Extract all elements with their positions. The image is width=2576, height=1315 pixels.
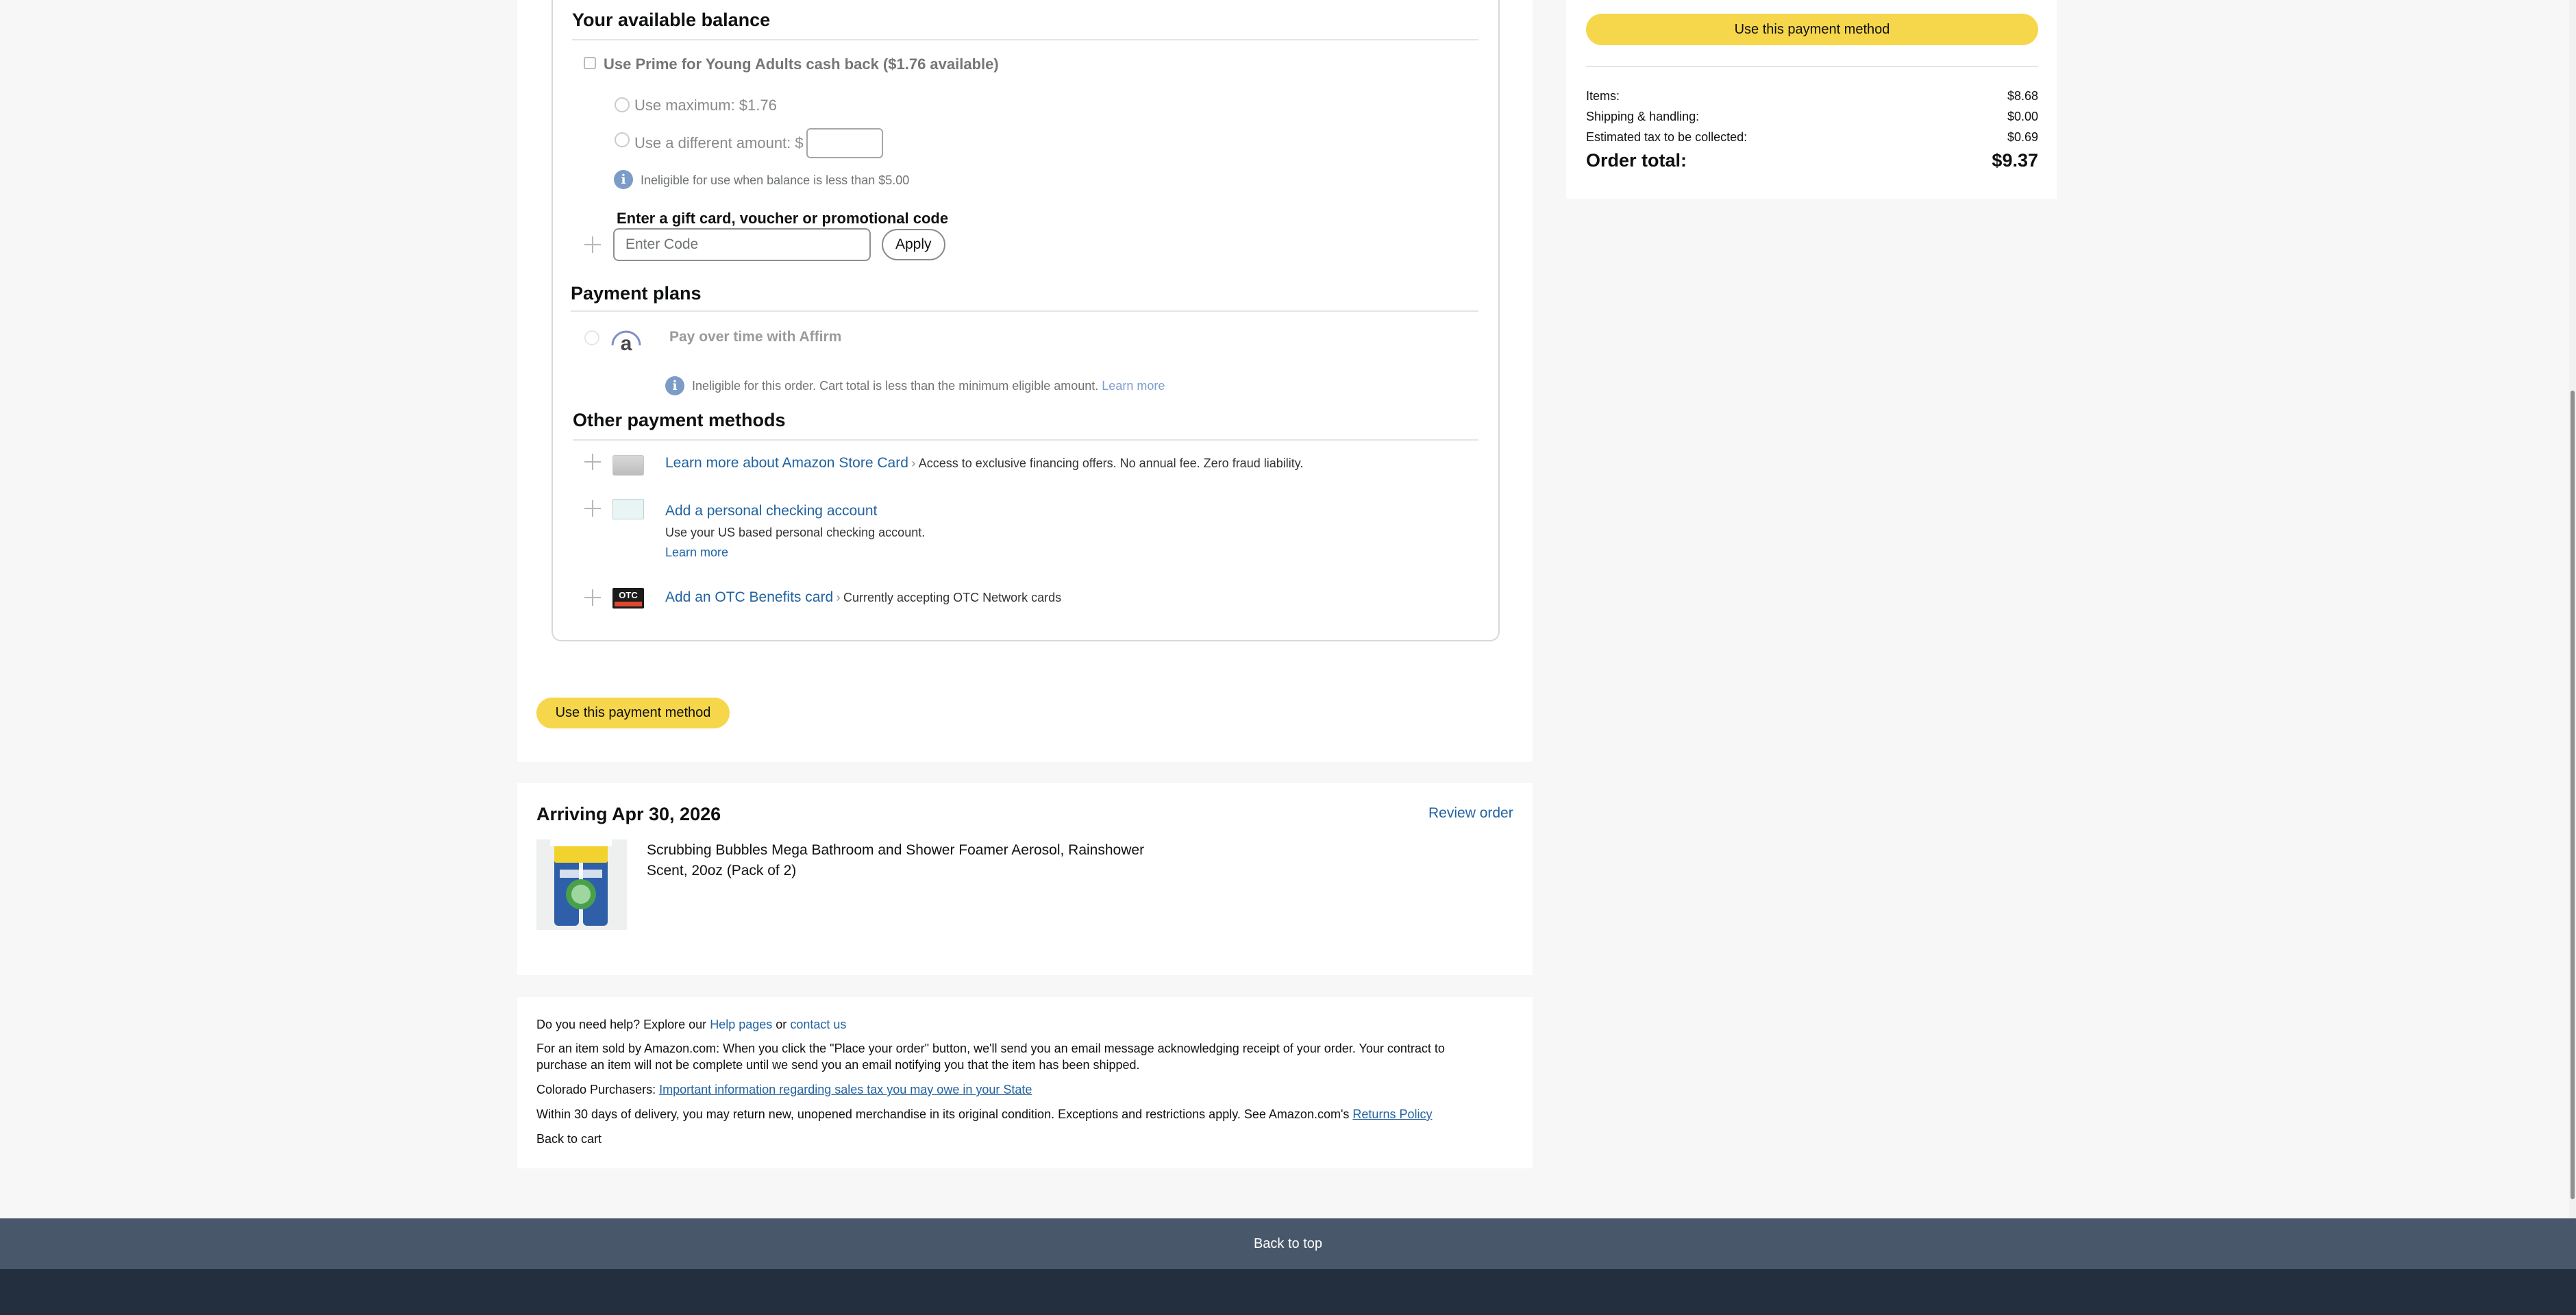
apply-button[interactable]: Apply	[882, 229, 945, 260]
payment-plans-title: Payment plans	[571, 283, 702, 304]
info-icon: i	[614, 170, 633, 189]
plus-icon	[584, 236, 601, 253]
store-card-icon	[612, 455, 644, 476]
back-to-top-bar[interactable]: Back to top	[0, 1218, 2576, 1269]
otc-row: Add an OTC Benefits card › Currently acc…	[665, 589, 1061, 606]
checking-account-desc: Use your US based personal checking acco…	[665, 526, 926, 539]
use-different-amount-radio[interactable]	[615, 132, 630, 147]
divider	[572, 39, 1478, 40]
shipping-label: Shipping & handling:	[1586, 110, 1700, 123]
help-text: Do you need help? Explore our	[536, 1018, 707, 1031]
contact-us-link[interactable]: contact us	[790, 1018, 846, 1031]
affirm-ineligible-note: Ineligible for this order. Cart total is…	[692, 379, 1165, 393]
footer	[0, 1269, 2576, 1315]
or-text: or	[776, 1018, 787, 1031]
checking-account-link[interactable]: Add a personal checking account	[665, 503, 877, 519]
tax-label: Estimated tax to be collected:	[1586, 130, 1748, 144]
divider	[573, 439, 1478, 441]
ineligible-balance-note: Ineligible for use when balance is less …	[641, 173, 910, 187]
product-image[interactable]	[536, 839, 627, 930]
balance-title: Your available balance	[572, 10, 771, 30]
plus-icon[interactable]	[584, 589, 601, 606]
summary-items-row: Items: $8.68	[1586, 89, 2038, 103]
use-payment-method-button-summary[interactable]: Use this payment method	[1586, 14, 2038, 45]
order-total-label: Order total:	[1586, 150, 1687, 171]
svg-text:a: a	[621, 332, 632, 351]
checking-account-icon	[612, 499, 644, 519]
use-maximum-label: Use maximum: $1.76	[634, 97, 777, 114]
product-title-line1[interactable]: Scrubbing Bubbles Mega Bathroom and Show…	[647, 842, 1144, 859]
affirm-learn-more-link[interactable]: Learn more	[1102, 379, 1165, 393]
help-line: Do you need help? Explore our Help pages…	[536, 1018, 846, 1032]
scrollbar-thumb[interactable]	[2571, 391, 2575, 1199]
affirm-ineligible-text: Ineligible for this order. Cart total is…	[692, 379, 1099, 393]
store-card-link[interactable]: Learn more about Amazon Store Card	[665, 455, 908, 471]
store-card-row: Learn more about Amazon Store Card › Acc…	[665, 455, 1303, 471]
items-label: Items:	[1586, 89, 1620, 103]
use-payment-method-button[interactable]: Use this payment method	[536, 698, 730, 728]
colorado-line: Colorado Purchasers: Important informati…	[536, 1083, 1032, 1097]
sold-by-text-2: purchase an item will not be complete un…	[536, 1058, 1140, 1072]
chevron-right-icon: ›	[836, 591, 841, 604]
product-title-line2[interactable]: Scent, 20oz (Pack of 2)	[647, 863, 796, 879]
cashback-label: Use Prime for Young Adults cash back ($1…	[604, 56, 999, 73]
back-to-top-label[interactable]: Back to top	[0, 1218, 2576, 1269]
divider	[571, 310, 1478, 312]
help-pages-link[interactable]: Help pages	[710, 1018, 772, 1031]
back-to-cart-link[interactable]: Back to cart	[536, 1132, 602, 1146]
otc-card-link[interactable]: Add an OTC Benefits card	[665, 589, 833, 605]
arriving-title: Arriving Apr 30, 2026	[536, 804, 721, 824]
returns-line: Within 30 days of delivery, you may retu…	[536, 1107, 1432, 1122]
use-maximum-radio[interactable]	[615, 97, 630, 112]
sold-by-text-1: For an item sold by Amazon.com: When you…	[536, 1042, 1445, 1055]
tax-value: $0.69	[2007, 130, 2038, 144]
plus-icon[interactable]	[584, 454, 601, 470]
affirm-logo-icon: a	[610, 326, 642, 351]
chevron-right-icon: ›	[911, 456, 916, 470]
shipping-value: $0.00	[2007, 110, 2038, 123]
colorado-label: Colorado Purchasers:	[536, 1083, 656, 1096]
otc-card-icon: OTC	[612, 588, 644, 609]
summary-total-row: Order total: $9.37	[1586, 150, 2038, 171]
other-methods-title: Other payment methods	[573, 410, 786, 430]
different-amount-input[interactable]	[806, 128, 883, 158]
returns-policy-link[interactable]: Returns Policy	[1352, 1107, 1432, 1121]
items-value: $8.68	[2007, 89, 2038, 103]
affirm-radio[interactable]	[584, 330, 599, 345]
divider	[1586, 66, 2038, 67]
gift-card-title: Enter a gift card, voucher or promotiona…	[617, 210, 949, 227]
colorado-tax-link[interactable]: Important information regarding sales ta…	[659, 1083, 1032, 1096]
order-total-value: $9.37	[1992, 150, 2038, 171]
store-card-desc: Access to exclusive financing offers. No…	[918, 456, 1304, 470]
affirm-label: Pay over time with Affirm	[669, 329, 842, 345]
cashback-checkbox[interactable]	[584, 57, 596, 69]
summary-tax-row: Estimated tax to be collected: $0.69	[1586, 130, 2038, 145]
otc-card-desc: Currently accepting OTC Network cards	[843, 591, 1062, 604]
checking-learn-more-link[interactable]: Learn more	[665, 545, 728, 560]
review-order-link[interactable]: Review order	[1428, 805, 1513, 822]
use-different-amount-label: Use a different amount: $	[634, 134, 804, 151]
info-icon: i	[665, 376, 684, 395]
plus-icon[interactable]	[584, 500, 601, 517]
gift-code-input[interactable]	[613, 228, 871, 261]
summary-shipping-row: Shipping & handling: $0.00	[1586, 110, 2038, 124]
returns-text: Within 30 days of delivery, you may retu…	[536, 1107, 1350, 1121]
